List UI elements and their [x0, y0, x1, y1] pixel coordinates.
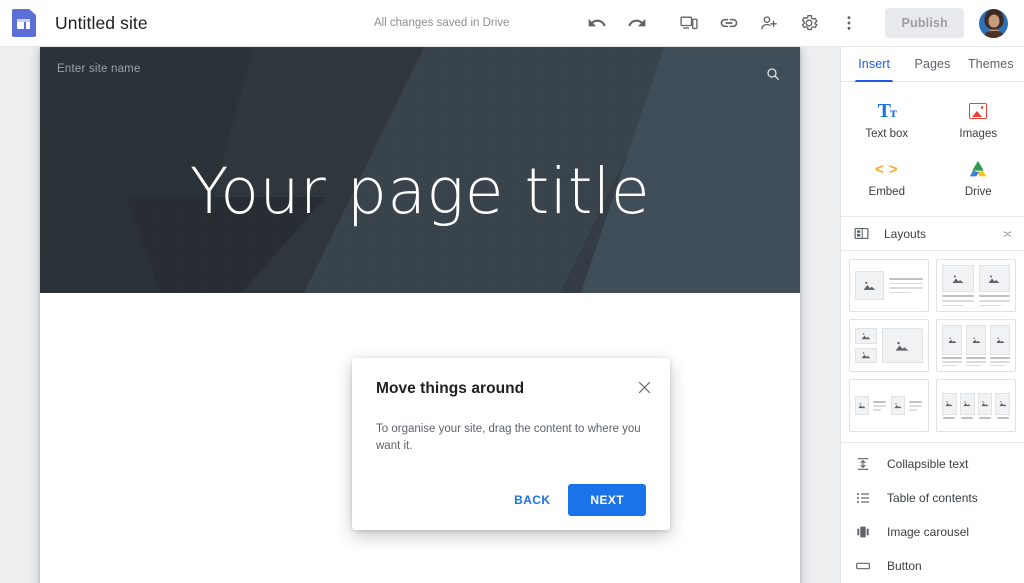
list-item-image-carousel[interactable]: Image carousel [841, 515, 1024, 549]
layouts-grid-icon [854, 228, 869, 240]
list-item-button-label: Button [887, 559, 922, 573]
embed-code-icon: < > [874, 160, 899, 178]
sidebar-tabs: Insert Pages Themes [841, 47, 1024, 83]
images-icon [969, 100, 988, 122]
more-options-button[interactable] [829, 3, 869, 43]
person-add-icon [761, 16, 778, 30]
image-placeholder-icon [963, 401, 971, 407]
close-icon [638, 381, 650, 393]
image-placeholder-icon [895, 341, 909, 351]
layouts-grid [841, 251, 1024, 443]
onboarding-dialog-wrapper: Move things around To organise your site… [352, 358, 670, 531]
tab-pages[interactable]: Pages [903, 47, 961, 81]
publish-button[interactable]: Publish [885, 8, 964, 38]
list-item-image-carousel-label: Image carousel [887, 525, 970, 539]
image-placeholder-icon [861, 352, 871, 359]
share-button[interactable] [749, 3, 789, 43]
right-sidebar: Insert Pages Themes Tт Text box Images <… [840, 47, 1024, 583]
site-name-input[interactable]: Enter site name [57, 63, 141, 75]
insert-drive[interactable]: Drive [933, 150, 1024, 208]
preview-device-icon [680, 16, 699, 30]
list-item-collapsible-text[interactable]: Collapsible text [841, 447, 1024, 481]
undo-icon [589, 18, 607, 27]
list-item-table-of-contents[interactable]: Table of contents [841, 481, 1024, 515]
redo-button[interactable] [617, 3, 657, 43]
save-status-text: All changes saved in Drive [373, 17, 510, 29]
preview-button[interactable] [669, 3, 709, 43]
insert-drive-label: Drive [964, 186, 992, 199]
image-placeholder-icon [858, 403, 866, 409]
google-sites-editor: Untitled site All changes saved in Drive [0, 0, 1024, 583]
image-placeholder-icon [971, 337, 981, 343]
dialog-title: Move things around [376, 380, 525, 397]
tab-themes[interactable]: Themes [962, 47, 1020, 81]
collapsible-text-icon [853, 456, 873, 472]
tab-insert[interactable]: Insert [845, 47, 903, 83]
collapse-icon[interactable] [1001, 227, 1014, 240]
layout-card-two-small-one-large-image[interactable] [849, 319, 929, 372]
dialog-actions: BACK NEXT [376, 484, 646, 517]
page-title[interactable]: Your page title [40, 160, 800, 223]
image-placeholder-icon [952, 275, 964, 283]
layouts-section-label: Layouts [884, 226, 927, 241]
list-item-button[interactable]: Button [841, 549, 1024, 583]
layout-card-two-image-text-pairs[interactable] [849, 379, 929, 432]
text-box-icon: Tт [877, 100, 897, 123]
avatar[interactable] [979, 8, 1008, 38]
layouts-section-header[interactable]: Layouts [841, 217, 1024, 251]
insert-embed-label: Embed [868, 186, 905, 199]
layout-card-image-left-text-right[interactable] [849, 259, 929, 312]
dialog-back-button[interactable]: BACK [502, 485, 562, 515]
image-placeholder-icon [995, 337, 1005, 343]
list-item-collapsible-text-label: Collapsible text [887, 457, 969, 471]
site-banner[interactable]: Enter site name Your page title [40, 47, 800, 293]
image-placeholder-icon [894, 403, 902, 409]
image-placeholder-icon [988, 275, 1000, 283]
insert-embed[interactable]: < > Embed [841, 150, 933, 208]
button-icon [853, 558, 873, 574]
editor-body: Enter site name Your page title Move thi… [0, 47, 1024, 583]
dialog-next-button[interactable]: NEXT [568, 484, 646, 517]
settings-button[interactable] [789, 3, 829, 43]
google-drive-icon [968, 158, 988, 180]
google-sites-logo-icon [12, 9, 36, 37]
onboarding-dialog: Move things around To organise your site… [352, 358, 670, 531]
layout-card-four-images-with-captions[interactable] [936, 379, 1016, 432]
layout-card-three-images-with-text[interactable] [936, 319, 1016, 372]
copy-link-button[interactable] [709, 3, 749, 43]
redo-icon [628, 18, 646, 27]
insert-images-label: Images [959, 128, 998, 141]
more-vert-icon [848, 16, 851, 30]
app-header: Untitled site All changes saved in Drive [0, 0, 1024, 47]
image-carousel-icon [853, 524, 873, 540]
image-placeholder-icon [998, 401, 1007, 407]
layout-card-two-images-with-text[interactable] [936, 259, 1016, 312]
gear-icon [802, 14, 818, 31]
insert-images[interactable]: Images [933, 92, 1024, 150]
search-icon [767, 68, 779, 80]
dialog-body-text: To organise your site, drag the content … [376, 423, 641, 452]
header-toolbar: Publish [577, 3, 1024, 43]
link-icon [721, 18, 738, 28]
editor-canvas-area: Enter site name Your page title Move thi… [0, 47, 840, 583]
image-placeholder-icon [861, 332, 871, 339]
sidebar-bottom-list: Collapsible text Table of contents Image… [841, 443, 1024, 583]
undo-button[interactable] [577, 3, 617, 43]
insert-text-box-label: Text box [865, 128, 909, 141]
image-placeholder-icon [947, 337, 957, 343]
list-item-table-of-contents-label: Table of contents [887, 491, 978, 505]
image-placeholder-icon [945, 401, 954, 407]
table-of-contents-icon [853, 490, 873, 506]
site-search-button[interactable] [760, 61, 786, 87]
dialog-close-button[interactable] [632, 375, 656, 399]
image-placeholder-icon [981, 401, 989, 407]
insert-items-grid: Tт Text box Images < > Embed Drive [841, 82, 1024, 218]
image-placeholder-icon [863, 281, 876, 290]
insert-text-box[interactable]: Tт Text box [841, 92, 933, 150]
site-title[interactable]: Untitled site [55, 13, 148, 34]
